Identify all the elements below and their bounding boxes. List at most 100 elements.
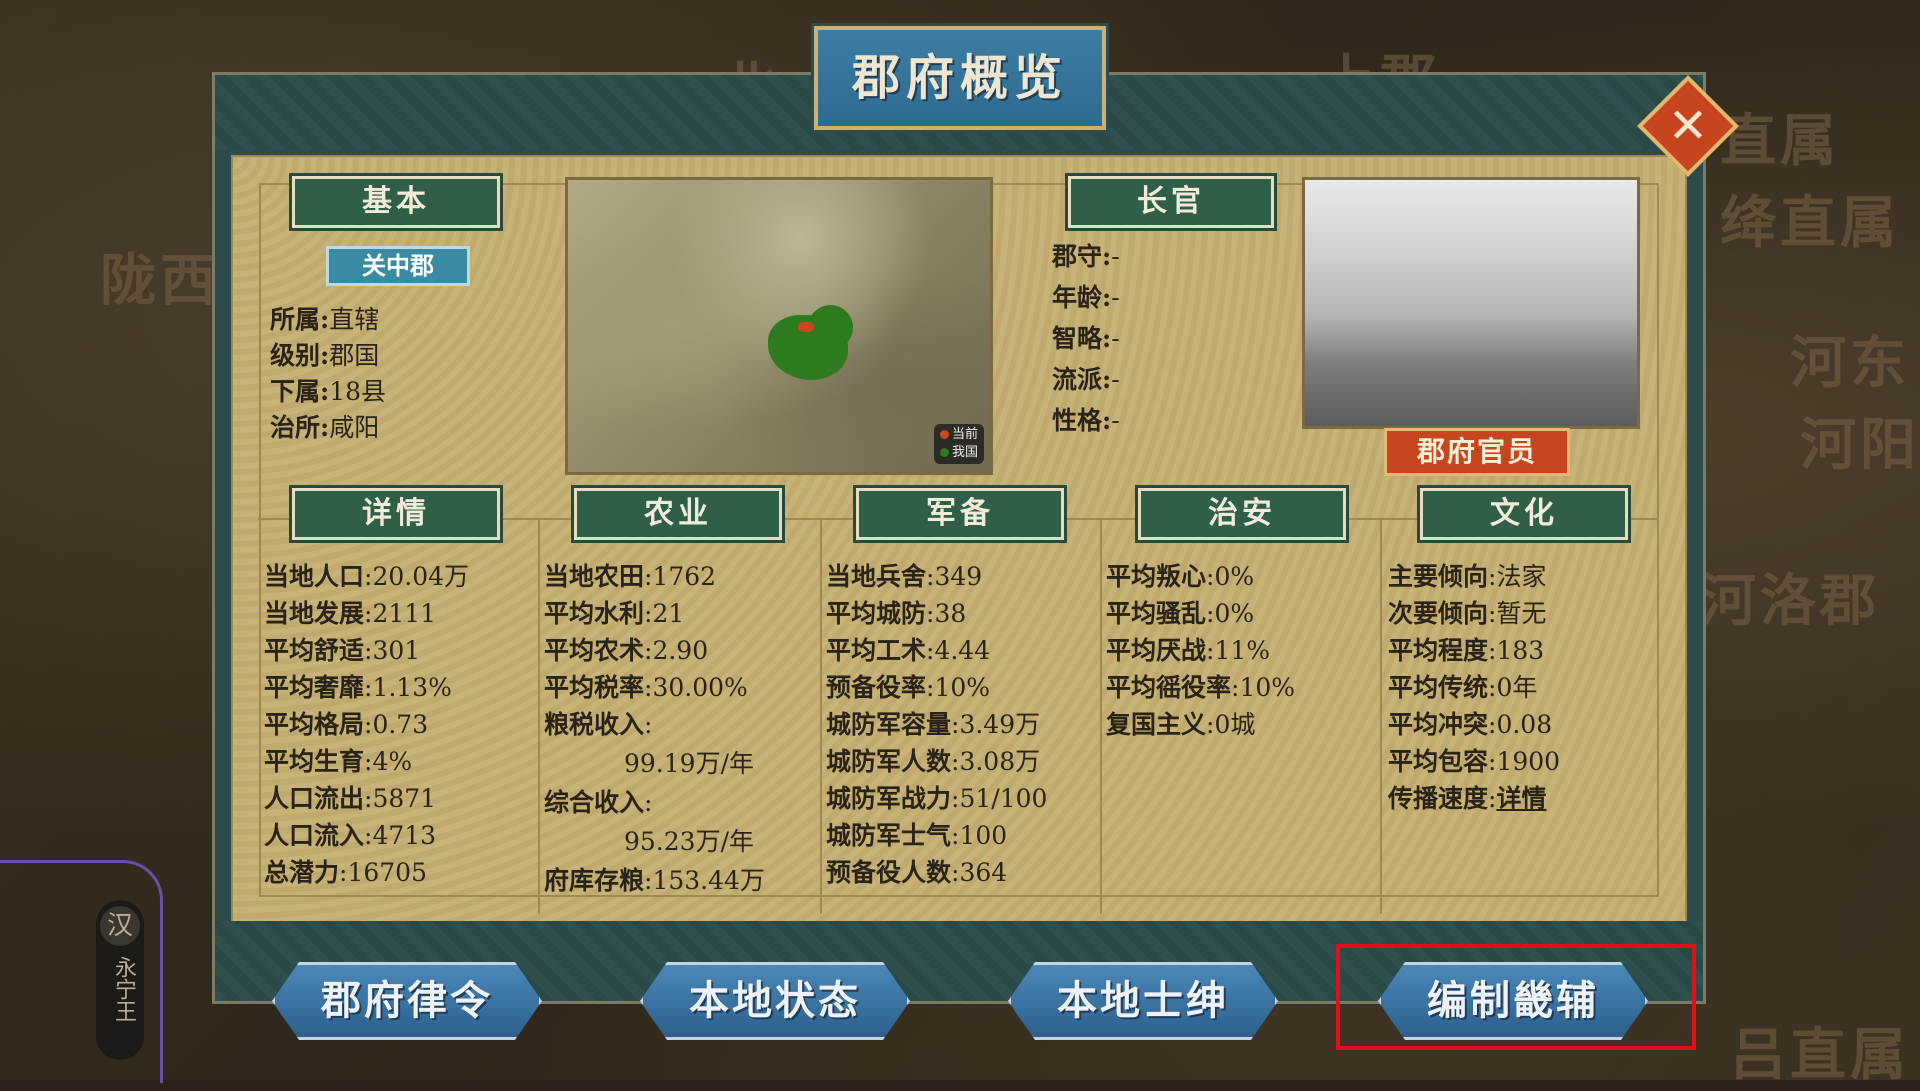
governor-value: - bbox=[1111, 406, 1120, 435]
stat-value: 1762 bbox=[652, 562, 717, 591]
basic-value: 咸阳 bbox=[329, 413, 380, 442]
stat-key: 平均水利 bbox=[544, 599, 645, 628]
stat-key: 传播速度 bbox=[1388, 784, 1489, 813]
stat-key: 平均传统 bbox=[1388, 673, 1489, 702]
officials-button[interactable]: 郡府官员 bbox=[1384, 428, 1570, 476]
stat-key: 城防军人数 bbox=[826, 747, 952, 776]
button-label: 郡府律令 bbox=[321, 977, 493, 1024]
legend-current: 当前 bbox=[951, 427, 978, 442]
stat-value: 10% bbox=[934, 673, 991, 702]
basic-info: 所属:直辖 级别:郡国 下属:18县 治所:咸阳 bbox=[270, 305, 387, 442]
culture-list: 主要倾向:法家 次要倾向:暂无 平均程度:183 平均传统:0年 平均冲突:0.… bbox=[1388, 562, 1561, 813]
lord-tag[interactable]: 汉 永宁王 bbox=[96, 900, 144, 1060]
stat-value: 349 bbox=[934, 562, 983, 591]
minimap[interactable]: 当前 我国 bbox=[565, 177, 993, 475]
current-commandery-marker bbox=[798, 322, 814, 332]
stat-key: 平均工术 bbox=[826, 636, 927, 665]
stat-key: 平均徭役率 bbox=[1106, 673, 1232, 702]
divider bbox=[1380, 520, 1382, 914]
stat-value: 0城 bbox=[1214, 710, 1256, 739]
local-gentry-button[interactable]: 本地士绅 bbox=[1008, 962, 1278, 1040]
stat-key: 平均税率 bbox=[544, 673, 645, 702]
spread-speed-details-link[interactable]: 详情 bbox=[1496, 784, 1546, 813]
map-label: 绛直属 bbox=[1720, 190, 1900, 256]
stat-value: 1.13% bbox=[372, 673, 452, 702]
stat-key: 粮税收入 bbox=[544, 710, 645, 739]
stat-value: 4.44 bbox=[934, 636, 991, 665]
ours-dot-icon bbox=[939, 448, 949, 457]
stat-value: 0.08 bbox=[1496, 710, 1553, 739]
stat-key: 平均厌战 bbox=[1106, 636, 1207, 665]
stat-key: 平均叛心 bbox=[1106, 562, 1207, 591]
basic-key: 所属 bbox=[270, 305, 321, 334]
stat-key: 平均冲突 bbox=[1388, 710, 1489, 739]
stat-value: 153.44万 bbox=[652, 866, 765, 895]
window-title: 郡府概览 bbox=[851, 50, 1068, 106]
stat-key: 城防军士气 bbox=[826, 821, 952, 850]
governor-info: 郡守:- 年龄:- 智略:- 流派:- 性格:- bbox=[1052, 242, 1120, 435]
stat-key: 平均奢靡 bbox=[264, 673, 365, 702]
stat-key: 当地人口 bbox=[264, 562, 365, 591]
stat-value: 0% bbox=[1214, 599, 1255, 628]
stat-key: 当地发展 bbox=[264, 599, 365, 628]
total-income-value: 95.23万/年 bbox=[624, 827, 754, 856]
stat-value: 0年 bbox=[1496, 673, 1538, 702]
basic-value: 18县 bbox=[329, 377, 387, 406]
stat-value: 38 bbox=[934, 599, 967, 628]
highlight-box bbox=[1336, 944, 1696, 1050]
local-status-button[interactable]: 本地状态 bbox=[640, 962, 910, 1040]
stat-value: 11% bbox=[1214, 636, 1271, 665]
stat-key: 主要倾向 bbox=[1388, 562, 1489, 591]
map-label: 陇西 bbox=[100, 248, 220, 314]
lord-name: 永宁王 bbox=[111, 956, 136, 1022]
map-label: 吕直属 bbox=[1730, 1022, 1910, 1088]
decrees-button[interactable]: 郡府律令 bbox=[272, 962, 542, 1040]
stat-value: 10% bbox=[1239, 673, 1296, 702]
agriculture-list: 当地农田:1762 平均水利:21 平均农术:2.90 平均税率:30.00% … bbox=[544, 562, 765, 895]
stat-value: 364 bbox=[959, 858, 1008, 887]
stat-key: 综合收入 bbox=[544, 788, 645, 817]
stat-key: 当地兵舍 bbox=[826, 562, 927, 591]
stat-value: 301 bbox=[372, 636, 421, 665]
stat-value: 51/100 bbox=[959, 784, 1048, 813]
stat-value: 30.00% bbox=[652, 673, 748, 702]
divider bbox=[538, 520, 540, 914]
map-label: 直属 bbox=[1720, 108, 1840, 174]
governor-value: - bbox=[1111, 242, 1120, 271]
basic-header: 基本 bbox=[289, 173, 503, 231]
stat-value: 0% bbox=[1214, 562, 1255, 591]
stat-key: 人口流入 bbox=[264, 821, 365, 850]
governor-key: 郡守 bbox=[1052, 242, 1103, 271]
stat-key: 当地农田 bbox=[544, 562, 645, 591]
security-list: 平均叛心:0% 平均骚乱:0% 平均厌战:11% 平均徭役率:10% 复国主义:… bbox=[1106, 562, 1296, 739]
stat-value: 16705 bbox=[347, 858, 427, 887]
stat-value: 21 bbox=[652, 599, 685, 628]
stat-value: 1900 bbox=[1496, 747, 1561, 776]
map-label: 河东 bbox=[1790, 330, 1910, 396]
our-territory bbox=[808, 305, 853, 350]
stat-value: 3.49万 bbox=[959, 710, 1041, 739]
military-list: 当地兵舍:349 平均城防:38 平均工术:4.44 预备役率:10% 城防军容… bbox=[826, 562, 1048, 887]
stat-value: 3.08万 bbox=[959, 747, 1041, 776]
governor-portrait bbox=[1302, 177, 1640, 429]
stat-key: 预备役人数 bbox=[826, 858, 952, 887]
basic-key: 治所 bbox=[270, 413, 321, 442]
commandery-name-tag: 关中郡 bbox=[326, 246, 470, 286]
stat-key: 城防军战力 bbox=[826, 784, 952, 813]
stat-key: 平均骚乱 bbox=[1106, 599, 1207, 628]
stat-key: 平均包容 bbox=[1388, 747, 1489, 776]
agriculture-header: 农业 bbox=[571, 485, 785, 543]
culture-header: 文化 bbox=[1417, 485, 1631, 543]
stat-key: 府库存粮 bbox=[544, 866, 645, 895]
stat-key: 人口流出 bbox=[264, 784, 365, 813]
military-header: 军备 bbox=[853, 485, 1067, 543]
details-header: 详情 bbox=[289, 485, 503, 543]
divider bbox=[820, 520, 822, 914]
stat-value: 4713 bbox=[372, 821, 437, 850]
stat-value: 法家 bbox=[1496, 562, 1547, 591]
stat-value: 0.73 bbox=[372, 710, 429, 739]
stat-key: 平均程度 bbox=[1388, 636, 1489, 665]
governor-key: 智略 bbox=[1052, 324, 1103, 353]
close-icon: ✕ bbox=[1667, 98, 1709, 154]
stat-value: 2111 bbox=[372, 599, 437, 628]
